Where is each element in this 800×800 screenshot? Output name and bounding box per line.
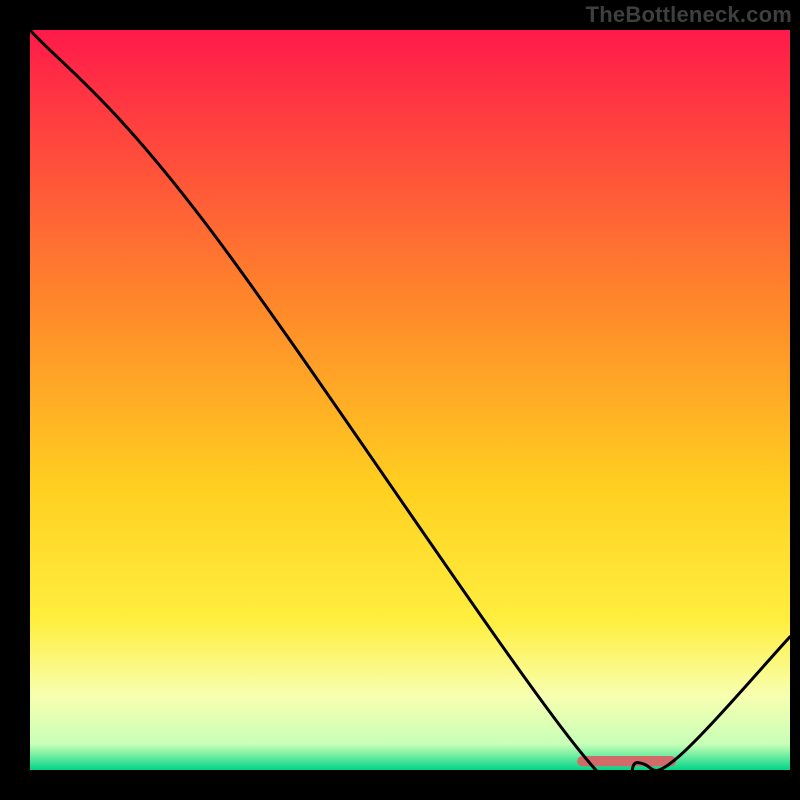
plot-area xyxy=(30,30,790,770)
chart-svg xyxy=(30,30,790,770)
watermark-text: TheBottleneck.com xyxy=(586,2,792,28)
chart-frame: TheBottleneck.com xyxy=(0,0,800,800)
gradient-background xyxy=(30,30,790,770)
